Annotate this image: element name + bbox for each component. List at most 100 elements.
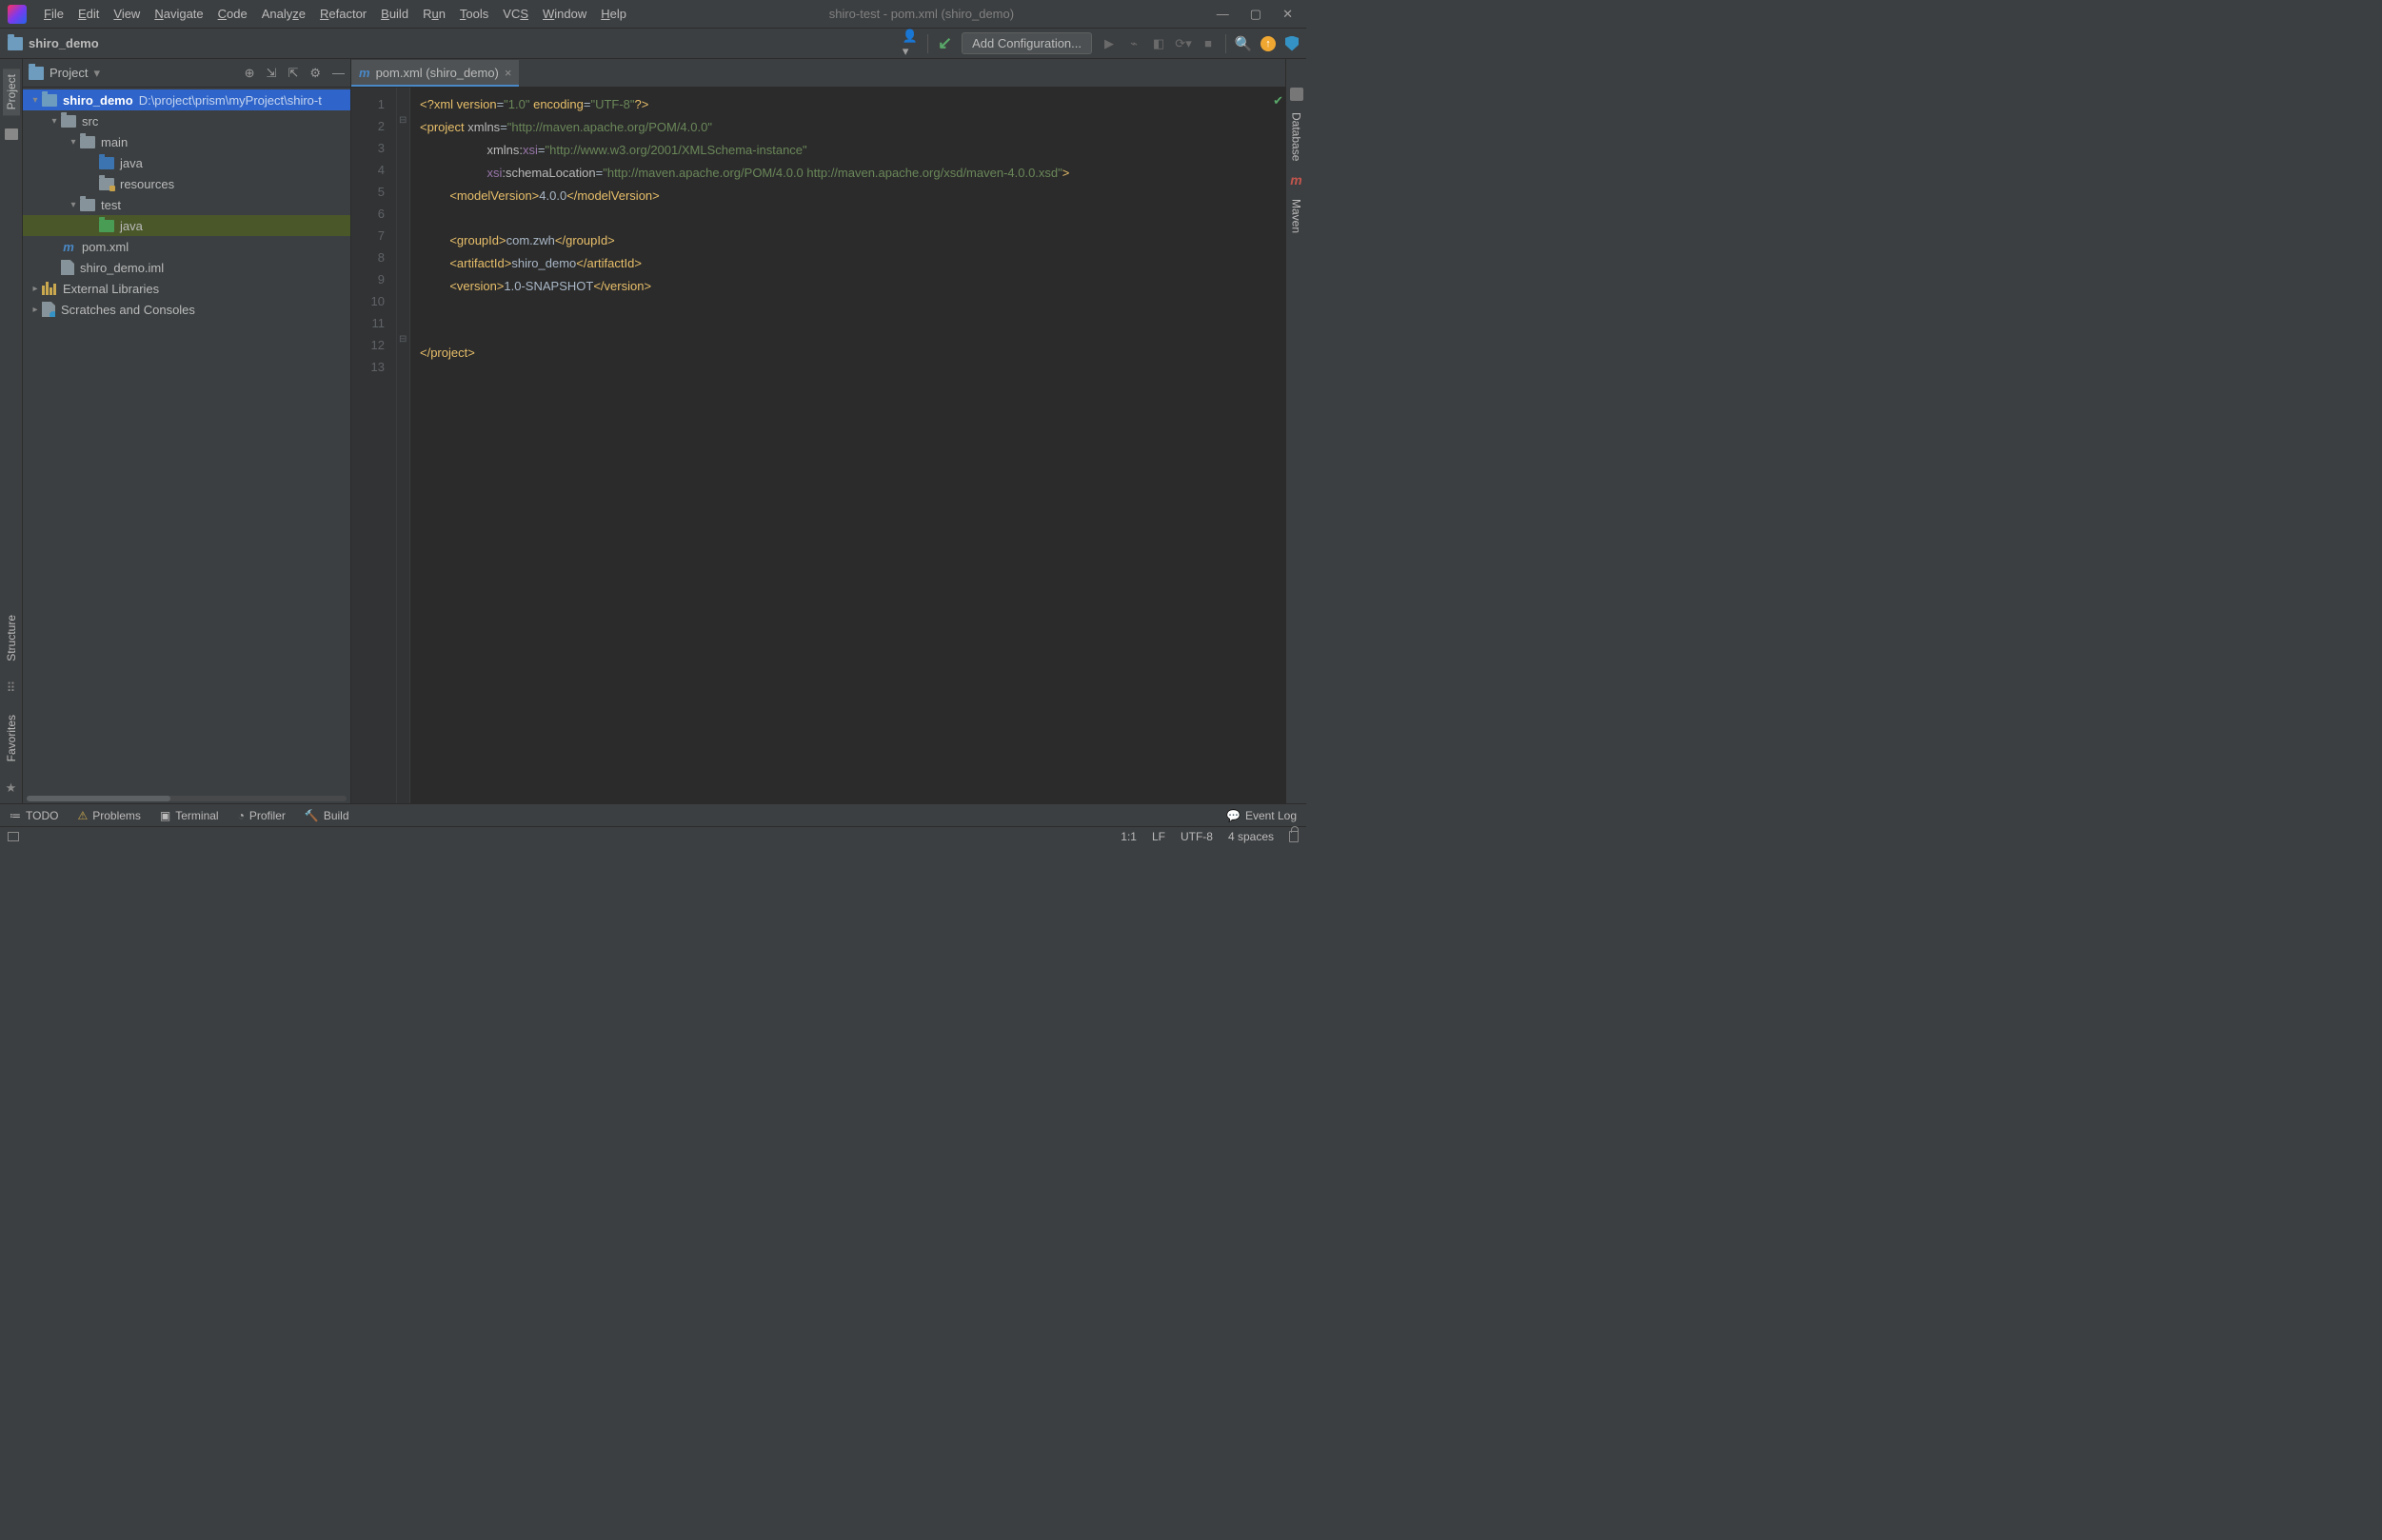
database-icon[interactable] (1290, 88, 1303, 101)
tree-root[interactable]: ▾shiro_demoD:\project\prism\myProject\sh… (23, 89, 350, 110)
ide-update-icon[interactable]: ↑ (1260, 36, 1276, 51)
line-number: 5 (351, 181, 385, 203)
separator (927, 34, 928, 53)
project-tool-window: Project ⊕ ⇲ ⇱ ⚙ — ▾shiro_demoD:\project\… (23, 59, 351, 803)
stop-icon[interactable]: ■ (1201, 36, 1216, 51)
gear-icon[interactable]: ⚙ (309, 66, 321, 81)
caret-position[interactable]: 1:1 (1121, 830, 1137, 843)
tool-event-log[interactable]: 💬Event Log (1226, 809, 1297, 822)
fold-gutter[interactable]: ⊟ ⊟ (397, 88, 410, 803)
fold-close-icon[interactable]: ⊟ (399, 334, 407, 345)
project-header: Project ⊕ ⇲ ⇱ ⚙ — (23, 59, 350, 88)
tool-tab-project[interactable]: Project (3, 69, 20, 115)
tree-label: main (101, 135, 128, 149)
warning-icon: ⚠ (77, 809, 88, 822)
hammer-icon: 🔨 (305, 809, 319, 822)
tool-windows-toggle-icon[interactable] (8, 832, 19, 841)
menu-window[interactable]: Window (543, 7, 586, 21)
menu-view[interactable]: View (113, 7, 140, 21)
menu-build[interactable]: Build (381, 7, 408, 21)
tool-tab-maven[interactable]: Maven (1288, 195, 1305, 237)
tool-tab-favorites[interactable]: Favorites (3, 709, 20, 767)
line-separator[interactable]: LF (1152, 830, 1165, 843)
tree-root-path: D:\project\prism\myProject\shiro-t (139, 93, 322, 108)
profile-icon[interactable]: ⟳▾ (1176, 36, 1191, 51)
tree-src[interactable]: ▾src (23, 110, 350, 131)
project-tree[interactable]: ▾shiro_demoD:\project\prism\myProject\sh… (23, 88, 350, 794)
error-stripe[interactable]: ✔ (1272, 88, 1285, 803)
bookmarks-icon[interactable] (5, 128, 18, 140)
run-icon[interactable]: ▶ (1102, 36, 1117, 51)
minimize-icon[interactable]: — (1217, 7, 1229, 22)
tree-java-test[interactable]: java (23, 215, 350, 236)
tree-label: src (82, 114, 98, 128)
right-tool-stripe: Database m Maven (1285, 59, 1306, 803)
lock-icon[interactable] (1289, 831, 1299, 842)
tree-iml[interactable]: shiro_demo.iml (23, 257, 350, 278)
menu-code[interactable]: Code (218, 7, 248, 21)
tool-todo[interactable]: ≔TODO (10, 809, 58, 822)
tool-profiler[interactable]: ◔Profiler (238, 809, 286, 822)
indent-setting[interactable]: 4 spaces (1228, 830, 1274, 843)
line-number: 1 (351, 93, 385, 115)
locate-icon[interactable]: ⊕ (245, 66, 255, 81)
tree-test[interactable]: ▾test (23, 194, 350, 215)
menu-help[interactable]: Help (601, 7, 626, 21)
tool-terminal[interactable]: ▣Terminal (160, 809, 219, 822)
bottom-tool-bar: ≔TODO ⚠Problems ▣Terminal ◔Profiler 🔨Bui… (0, 803, 1306, 826)
tree-scratches[interactable]: ▸Scratches and Consoles (23, 299, 350, 320)
profiler-icon: ◔ (238, 809, 245, 822)
tab-pom[interactable]: m pom.xml (shiro_demo) × (351, 60, 519, 87)
ide-features-icon[interactable] (1285, 36, 1299, 51)
todo-icon: ≔ (10, 809, 21, 822)
tree-label: shiro_demo.iml (80, 261, 164, 275)
line-number: 2 (351, 115, 385, 137)
expand-all-icon[interactable]: ⇲ (267, 66, 277, 81)
search-icon[interactable]: 🔍 (1236, 36, 1251, 51)
inspection-ok-icon[interactable]: ✔ (1273, 93, 1283, 109)
tree-java-main[interactable]: java (23, 152, 350, 173)
project-view-selector[interactable]: Project (50, 66, 100, 81)
menu-analyze[interactable]: Analyze (262, 7, 306, 21)
tool-tab-structure[interactable]: Structure (3, 609, 20, 667)
menu-file[interactable]: File (44, 7, 64, 21)
fold-open-icon[interactable]: ⊟ (399, 115, 407, 126)
code-editor[interactable]: 1 2 3 4 5 6 7 8 9 10 11 12 13 ⊟ ⊟ <?xml … (351, 88, 1285, 803)
file-encoding[interactable]: UTF-8 (1181, 830, 1213, 843)
breadcrumb[interactable]: shiro_demo (29, 36, 99, 50)
tree-label: External Libraries (63, 282, 159, 296)
close-icon[interactable]: ✕ (1282, 7, 1293, 22)
code-content[interactable]: <?xml version="1.0" encoding="UTF-8"?> <… (410, 88, 1272, 803)
vcs-update-icon[interactable]: ↙ (938, 33, 952, 53)
line-number: 3 (351, 137, 385, 159)
line-number: 10 (351, 290, 385, 312)
menu-refactor[interactable]: Refactor (320, 7, 367, 21)
menu-vcs[interactable]: VCS (503, 7, 528, 21)
tool-problems[interactable]: ⚠Problems (77, 809, 140, 822)
tree-ext-libs[interactable]: ▸External Libraries (23, 278, 350, 299)
tree-label: pom.xml (82, 240, 129, 254)
tab-close-icon[interactable]: × (505, 66, 512, 80)
hide-icon[interactable]: — (332, 66, 345, 81)
coverage-icon[interactable]: ◧ (1151, 36, 1166, 51)
star-icon: ★ (6, 780, 17, 796)
tree-resources[interactable]: resources (23, 173, 350, 194)
menu-navigate[interactable]: Navigate (154, 7, 203, 21)
line-gutter[interactable]: 1 2 3 4 5 6 7 8 9 10 11 12 13 (351, 88, 397, 803)
code-with-me-icon[interactable]: 👤▾ (903, 36, 918, 51)
tree-main[interactable]: ▾main (23, 131, 350, 152)
tree-horizontal-scrollbar[interactable] (27, 796, 347, 801)
tool-build[interactable]: 🔨Build (305, 809, 349, 822)
maven-icon[interactable]: m (1290, 172, 1301, 188)
add-configuration-button[interactable]: Add Configuration... (962, 32, 1092, 54)
tree-pom[interactable]: mpom.xml (23, 236, 350, 257)
navigation-bar: shiro_demo 👤▾ ↙ Add Configuration... ▶ ⌁… (0, 29, 1306, 59)
maximize-icon[interactable]: ▢ (1250, 7, 1261, 22)
menu-tools[interactable]: Tools (460, 7, 488, 21)
menu-run[interactable]: Run (423, 7, 446, 21)
collapse-all-icon[interactable]: ⇱ (288, 66, 298, 81)
titlebar: File Edit View Navigate Code Analyze Ref… (0, 0, 1306, 29)
menu-edit[interactable]: Edit (78, 7, 99, 21)
tool-tab-database[interactable]: Database (1288, 109, 1305, 165)
debug-icon[interactable]: ⌁ (1126, 36, 1141, 51)
